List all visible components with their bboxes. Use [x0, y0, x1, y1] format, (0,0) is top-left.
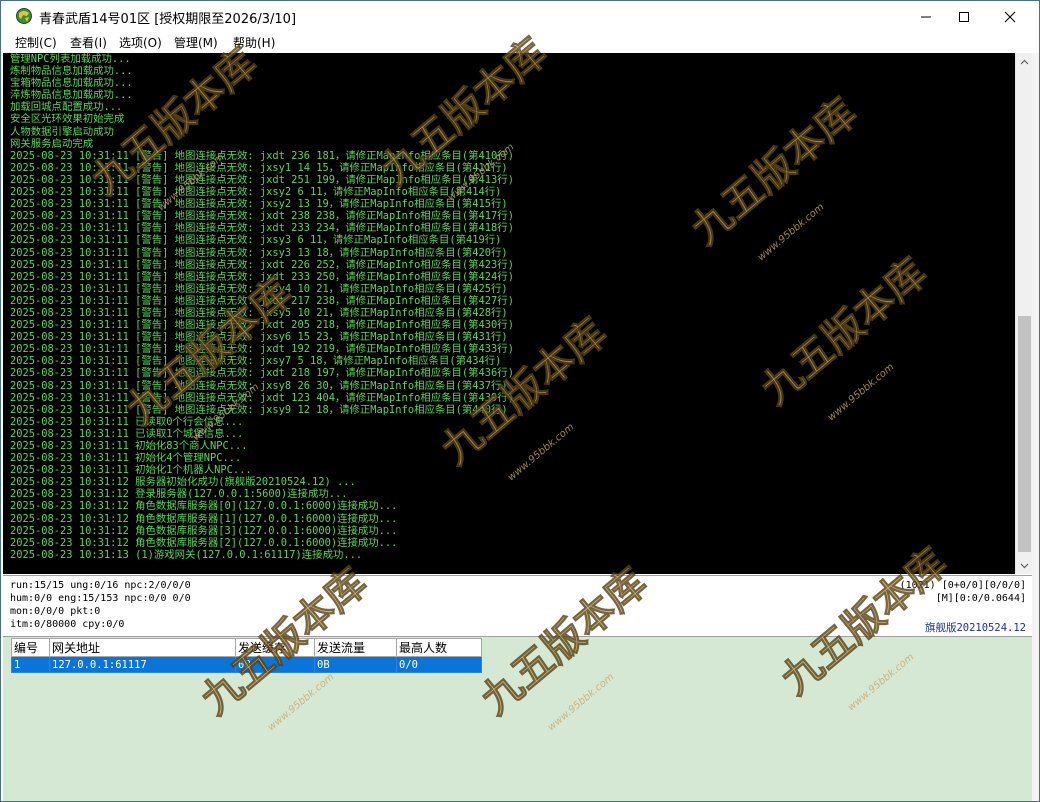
menu-help[interactable]: 帮助(H): [233, 34, 275, 51]
column-header-send-buffer[interactable]: 发送缓存: [235, 638, 315, 657]
scroll-down-button[interactable]: [1016, 557, 1033, 574]
menu-bar: 控制(C) 查看(I) 选项(O) 管理(M) 帮助(H): [1, 32, 1039, 52]
menu-view[interactable]: 查看(I): [70, 34, 107, 51]
log-line: 2025-08-23 10:31:11 已读取1个城堡信息...: [10, 427, 244, 440]
log-line: 加载回城点配置成功...: [10, 101, 123, 114]
log-line: 安全区光环效果初始完成: [10, 113, 125, 126]
scroll-up-button[interactable]: [1016, 53, 1033, 70]
log-line: 2025-08-23 10:31:11 [警告] 地图连接点无效: jxdt 2…: [10, 258, 514, 271]
version-label: 旗舰版20210524.12: [924, 622, 1026, 634]
log-line: 2025-08-23 10:31:11 [警告] 地图连接点无效: jxdt 2…: [10, 367, 514, 380]
log-line: 2025-08-23 10:31:11 [警告] 地图连接点无效: jxsy6 …: [10, 331, 508, 344]
gateway-list-area: 编号 网关地址 发送缓存 发送流量 最高人数 1 127.0.0.1:61117…: [3, 636, 1032, 801]
server-window: 青春武盾14号01区 [授权期限至2026/3/10] 控制(C) 查看(I) …: [0, 0, 1040, 802]
log-line: 2025-08-23 10:31:11 [警告] 地图连接点无效: jxsy2 …: [10, 186, 502, 199]
column-header-id[interactable]: 编号: [11, 638, 50, 657]
log-line: 2025-08-23 10:31:11 [警告] 地图连接点无效: jxdt 1…: [10, 343, 514, 356]
log-line: 2025-08-23 10:31:11 [警告] 地图连接点无效: jxdt 2…: [10, 294, 514, 307]
chevron-down-icon: [1020, 563, 1029, 568]
scroll-thumb[interactable]: [1018, 316, 1031, 552]
console-scrollbar[interactable]: [1015, 53, 1032, 574]
status-panel: run:15/15 ung:0/16 npc:2/0/0/0 hum:0/0 e…: [3, 575, 1032, 635]
cell-send-buffer: 0B: [235, 656, 315, 673]
status-itm: itm:0/80000 cpy:0/0: [10, 619, 125, 630]
log-line: 2025-08-23 10:31:11 [警告] 地图连接点无效: jxdt 2…: [10, 210, 514, 223]
status-run: run:15/15 ung:0/16 npc:2/0/0/0: [10, 580, 191, 591]
menu-control[interactable]: 控制(C): [15, 34, 57, 51]
column-header-send-traffic[interactable]: 发送流量: [314, 638, 397, 657]
status-hum: hum:0/0 eng:15/153 npc:0/0 0/0: [10, 593, 191, 604]
status-mon: mon:0/0/0 pkt:0: [10, 606, 101, 617]
log-line: 2025-08-23 10:31:11 初始化1个机器人NPC...: [10, 464, 252, 477]
close-button[interactable]: [987, 1, 1033, 32]
log-line: 2025-08-23 10:31:11 已读取0个行会信息...: [10, 415, 244, 428]
table-row[interactable]: 1 127.0.0.1:61117 0B 0B 0/0: [11, 656, 482, 673]
log-line: 2025-08-23 10:31:11 [警告] 地图连接点无效: jxdt 2…: [10, 173, 514, 186]
status-right-memory: [M][0:0/0.0644]: [935, 593, 1026, 604]
close-icon: [1004, 11, 1016, 22]
log-line: 炼制物品信息加载成功...: [10, 65, 133, 78]
log-line: 2025-08-23 10:31:11 [警告] 地图连接点无效: jxdt 1…: [10, 391, 514, 404]
cell-max-players: 0/0: [396, 656, 482, 673]
log-line: 2025-08-23 10:31:12 角色数据库服务器[3](127.0.0.…: [10, 524, 398, 537]
log-line: 2025-08-23 10:31:11 [警告] 地图连接点无效: jxsy2 …: [10, 198, 508, 211]
cell-send-traffic: 0B: [314, 656, 397, 673]
title-bar[interactable]: 青春武盾14号01区 [授权期限至2026/3/10]: [1, 1, 1039, 32]
log-line: 2025-08-23 10:31:13 (1)游戏网关(127.0.0.1:61…: [10, 548, 363, 561]
maximize-button[interactable]: [941, 1, 987, 32]
maximize-icon: [959, 11, 969, 22]
menu-options[interactable]: 选项(O): [119, 34, 162, 51]
log-line: 2025-08-23 10:31:12 角色数据库服务器[0](127.0.0.…: [10, 500, 398, 513]
log-line: 2025-08-23 10:31:11 [警告] 地图连接点无效: jxdt 2…: [10, 222, 514, 235]
log-line: 2025-08-23 10:31:11 初始化4个管理NPC...: [10, 452, 242, 465]
log-console[interactable]: 管理NPC列表加载成功... 炼制物品信息加载成功... 宝箱物品信息加载成功...…: [3, 53, 1015, 574]
log-line: 2025-08-23 10:31:11 [警告] 地图连接点无效: jxsy7 …: [10, 355, 502, 368]
log-line: 2025-08-23 10:31:11 [警告] 地图连接点无效: jxdt 2…: [10, 149, 514, 162]
log-line: 2025-08-23 10:31:11 [警告] 地图连接点无效: jxsy3 …: [10, 246, 508, 259]
log-line: 2025-08-23 10:31:12 登录服务器(127.0.0.1:5600…: [10, 488, 348, 501]
log-line: 2025-08-23 10:31:11 [警告] 地图连接点无效: jxdt 2…: [10, 319, 514, 332]
log-line: 2025-08-23 10:31:12 服务器初始化成功(旗舰版20210524…: [10, 476, 356, 489]
log-line: 2025-08-23 10:31:11 [警告] 地图连接点无效: jxsy5 …: [10, 306, 508, 319]
cell-address: 127.0.0.1:61117: [49, 656, 236, 673]
log-line: 2025-08-23 10:31:12 角色数据库服务器[1](127.0.0.…: [10, 512, 398, 525]
log-line: 网关服务启动完成: [10, 137, 94, 150]
minimize-icon: [921, 16, 931, 17]
log-line: 2025-08-23 10:31:11 [警告] 地图连接点无效: jxsy3 …: [10, 234, 502, 247]
column-header-address[interactable]: 网关地址: [49, 638, 236, 657]
log-line: 2025-08-23 10:31:11 初始化83个商人NPC...: [10, 440, 248, 452]
log-line: 2025-08-23 10:31:11 [警告] 地图连接点无效: jxdt 2…: [10, 270, 514, 283]
log-line: 2025-08-23 10:31:11 [警告] 地图连接点无效: jxsy1 …: [10, 161, 508, 174]
status-right-counters: (1021) [0+0/0][0/0/0]: [899, 580, 1026, 591]
log-line: 人物数据引擎启动成功: [10, 125, 114, 138]
log-line: 2025-08-23 10:31:11 [警告] 地图连接点无效: jxsy9 …: [10, 403, 508, 416]
log-line: 2025-08-23 10:31:11 [警告] 地图连接点无效: jxsy4 …: [10, 282, 508, 295]
window-title: 青春武盾14号01区 [授权期限至2026/3/10]: [39, 12, 297, 27]
menu-manage[interactable]: 管理(M): [174, 34, 218, 51]
gateway-table: 编号 网关地址 发送缓存 发送流量 最高人数 1 127.0.0.1:61117…: [11, 638, 482, 673]
column-header-max-players[interactable]: 最高人数: [396, 638, 482, 657]
log-line: 管理NPC列表加载成功...: [10, 53, 131, 65]
log-line: 2025-08-23 10:31:11 [警告] 地图连接点无效: jxsy8 …: [10, 379, 508, 392]
window-right-edge: [1032, 53, 1039, 801]
log-line: 淬炼物品信息加载成功...: [10, 89, 133, 102]
chevron-up-icon: [1020, 59, 1029, 64]
cell-id: 1: [11, 656, 50, 673]
log-line: 宝箱物品信息加载成功...: [10, 77, 133, 90]
log-line: 2025-08-23 10:31:12 角色数据库服务器[2](127.0.0.…: [10, 536, 398, 549]
app-globe-icon: [16, 8, 32, 24]
